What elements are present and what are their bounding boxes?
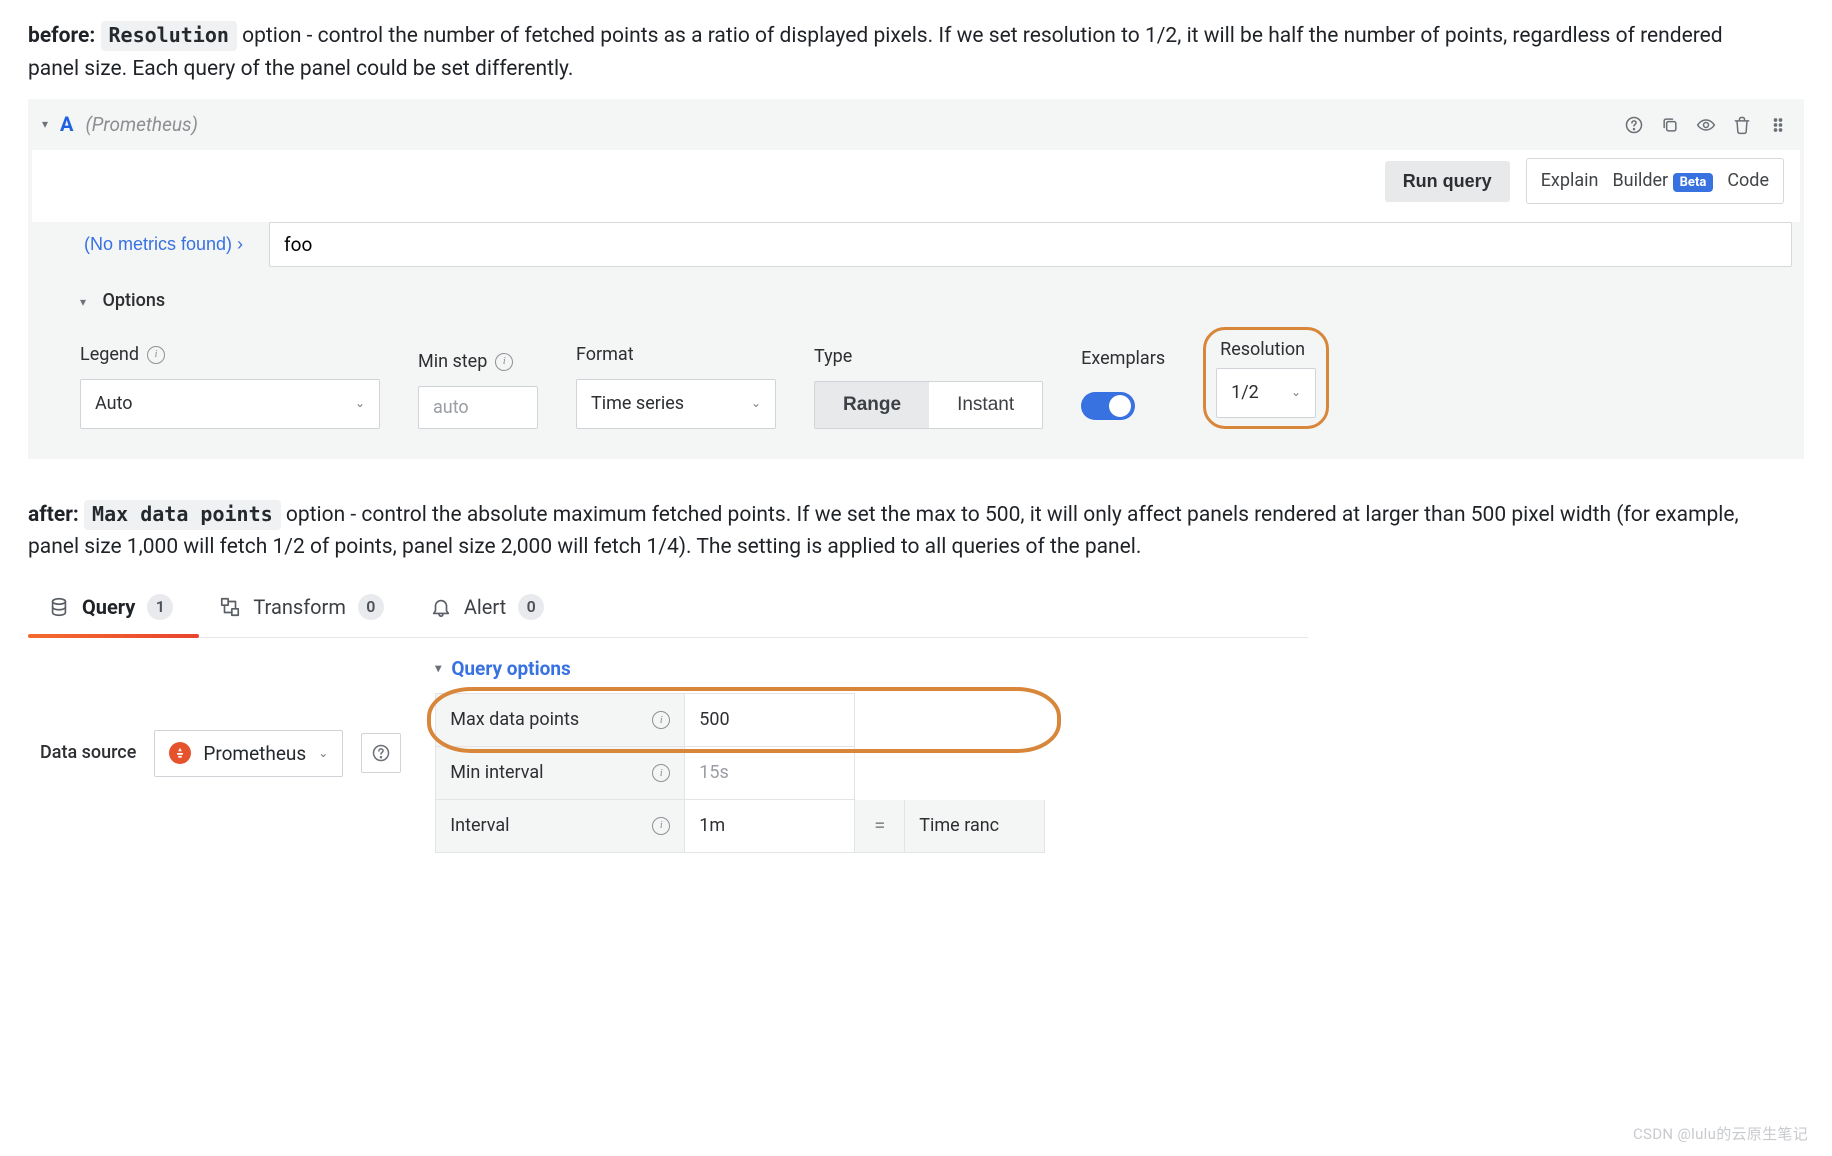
- trash-icon[interactable]: [1732, 115, 1752, 135]
- type-segment: Range Instant: [814, 381, 1043, 429]
- chevron-down-icon: ⌄: [318, 744, 328, 763]
- query-header-row: ▾ A (Prometheus): [28, 99, 1804, 150]
- builder-mode[interactable]: Builder Beta: [1612, 167, 1713, 195]
- interval-value: 1m: [685, 800, 855, 853]
- interval-formula: Time ranc: [905, 800, 1045, 853]
- format-option: Format Time series⌄: [576, 341, 776, 429]
- interval-equals: =: [855, 800, 905, 853]
- watermark: CSDN @lulu的云原生笔记: [1633, 1123, 1808, 1146]
- before-paragraph: before: Resolution option - control the …: [28, 20, 1778, 85]
- instant-button[interactable]: Instant: [929, 382, 1042, 428]
- chevron-down-icon: ▾: [80, 295, 86, 309]
- resolution-select[interactable]: 1/2⌄: [1216, 368, 1316, 418]
- interval-row: Interval i 1m = Time ranc: [435, 800, 1045, 853]
- tab-query[interactable]: Query 1: [28, 578, 199, 637]
- after-label: after:: [28, 503, 79, 527]
- query-editor-panel: ▾ A (Prometheus) Run query Explain Build…: [28, 99, 1804, 459]
- minstep-option: Min stepi: [418, 348, 538, 429]
- transform-count-badge: 0: [358, 594, 384, 620]
- datasource-picker[interactable]: Prometheus ⌄: [154, 730, 343, 777]
- drag-handle-icon[interactable]: [1768, 115, 1788, 135]
- datasource-help-button[interactable]: [361, 733, 401, 773]
- query-options-section: ▾ Query options Max data points i 500 Mi…: [435, 654, 1045, 853]
- bell-icon: [430, 596, 452, 618]
- chevron-down-icon: ⌄: [751, 394, 761, 413]
- database-icon: [48, 596, 70, 618]
- chevron-down-icon: ⌄: [1291, 383, 1301, 402]
- info-icon[interactable]: i: [147, 346, 165, 364]
- options-toggle[interactable]: ▾ Options: [28, 283, 1804, 327]
- explain-mode[interactable]: Explain: [1541, 167, 1599, 195]
- editor-mode-switch: Explain Builder Beta Code: [1526, 158, 1784, 204]
- resolution-option: Resolution 1/2⌄: [1203, 327, 1329, 429]
- range-button[interactable]: Range: [815, 382, 929, 428]
- datasource-label: Data source: [40, 739, 136, 767]
- query-toolbar: Run query Explain Builder Beta Code: [32, 150, 1800, 222]
- code-mode[interactable]: Code: [1727, 167, 1769, 195]
- alert-count-badge: 0: [518, 594, 544, 620]
- after-paragraph: after: Max data points option - control …: [28, 499, 1778, 564]
- duplicate-icon[interactable]: [1660, 115, 1680, 135]
- before-text: option - control the number of fetched p…: [28, 24, 1723, 81]
- tab-alert[interactable]: Alert 0: [410, 578, 570, 637]
- eye-icon[interactable]: [1696, 115, 1716, 135]
- metrics-browser-button[interactable]: (No metrics found) ›: [68, 222, 259, 267]
- query-datasource: (Prometheus): [85, 110, 197, 139]
- highlight-circle: Resolution 1/2⌄: [1203, 327, 1329, 429]
- minstep-input[interactable]: [418, 386, 538, 429]
- options-row: Legendi Auto⌄ Min stepi Format Time seri…: [28, 327, 1804, 459]
- legend-select[interactable]: Auto⌄: [80, 379, 380, 429]
- query-options-toggle[interactable]: ▾ Query options: [435, 654, 1045, 683]
- exemplars-toggle[interactable]: [1081, 392, 1135, 420]
- min-interval-row: Min interval i 15s: [435, 747, 1045, 800]
- query-letter[interactable]: A: [60, 109, 73, 140]
- legend-option: Legendi Auto⌄: [80, 341, 380, 429]
- beta-badge: Beta: [1673, 173, 1714, 192]
- query-options-table: Max data points i 500 Min interval i 15s: [435, 693, 1045, 853]
- before-code: Resolution: [101, 21, 237, 51]
- help-icon[interactable]: [1624, 115, 1644, 135]
- info-icon[interactable]: i: [652, 817, 670, 835]
- transform-icon: [219, 596, 241, 618]
- chevron-down-icon: ▾: [435, 659, 441, 678]
- query-count-badge: 1: [147, 594, 173, 620]
- format-select[interactable]: Time series⌄: [576, 379, 776, 429]
- exemplars-option: Exemplars: [1081, 345, 1165, 429]
- type-option: Type Range Instant: [814, 343, 1043, 429]
- tab-transform[interactable]: Transform 0: [199, 578, 410, 637]
- before-label: before:: [28, 24, 95, 48]
- info-icon[interactable]: i: [652, 764, 670, 782]
- after-code: Max data points: [84, 500, 281, 530]
- max-data-points-row: Max data points i 500: [435, 693, 1045, 747]
- metric-row: (No metrics found) ›: [28, 222, 1804, 283]
- panel-editor: Query 1 Transform 0 Alert 0 Data source …: [28, 578, 1308, 857]
- run-query-button[interactable]: Run query: [1385, 161, 1510, 202]
- after-text: option - control the absolute maximum fe…: [28, 503, 1739, 560]
- panel-tabs: Query 1 Transform 0 Alert 0: [28, 578, 1308, 638]
- datasource-row: Data source Prometheus ⌄ ▾ Query options…: [28, 638, 1308, 857]
- prometheus-logo-icon: [169, 742, 191, 764]
- info-icon[interactable]: i: [495, 353, 513, 371]
- promql-input[interactable]: [269, 222, 1792, 267]
- max-data-points-input[interactable]: 500: [685, 693, 855, 747]
- collapse-chevron-icon[interactable]: ▾: [42, 115, 48, 134]
- min-interval-input[interactable]: 15s: [685, 747, 855, 800]
- info-icon[interactable]: i: [652, 711, 670, 729]
- chevron-down-icon: ⌄: [355, 394, 365, 413]
